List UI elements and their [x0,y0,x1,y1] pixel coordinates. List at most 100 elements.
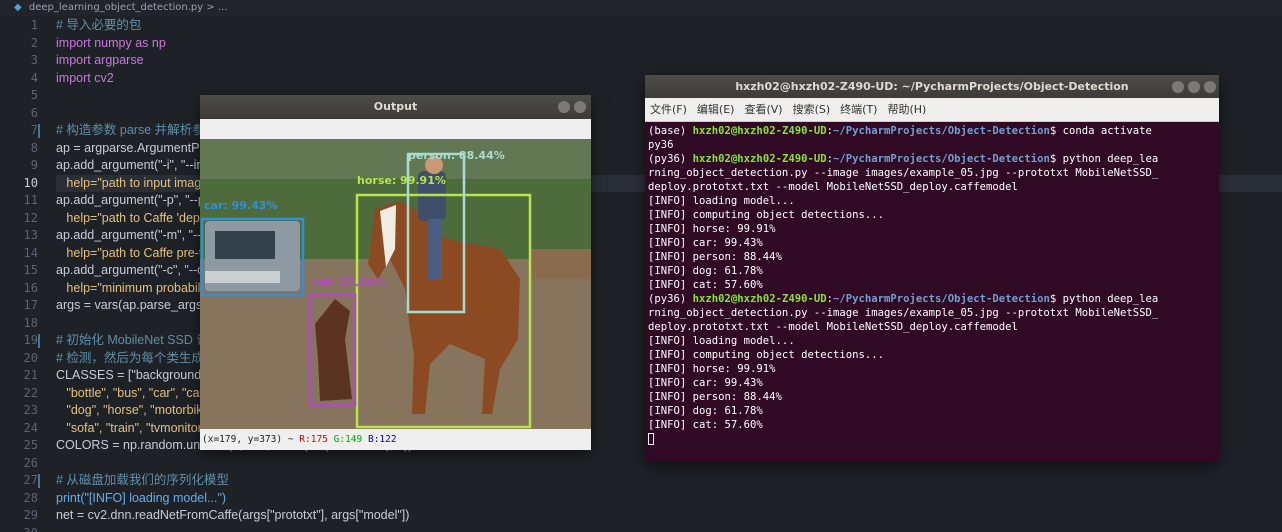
line-number: 7 [0,122,46,140]
output-window[interactable]: Output car: 99.43% horse: 99.91% person:… [200,95,591,450]
cursor-coords: (x=179, y=373) [202,434,283,445]
line-number-gutter: 1 2 3 4 5 6 7 8 9 10 11 12 13 14 15 16 17 18 19 20 21 22 23 24 2… [0,17,46,532]
detection-scene: car: 99.43% horse: 99.91% person: 88.44%… [200,139,591,429]
terminal-line: [INFO] dog: 61.78% [648,265,763,277]
line-number: 28 [23,490,38,505]
terminal-close-button[interactable] [1204,81,1216,93]
line-number: 11 [23,193,38,207]
close-button[interactable] [574,101,586,113]
code-line[interactable]: import numpy as np [56,35,1282,53]
terminal-line: [INFO] car: 99.43% [648,237,763,249]
line-number: 13 [23,228,38,242]
prompt-env: (base) [648,125,693,137]
line-number: 21 [23,368,38,382]
terminal-cursor-line[interactable] [648,432,1219,446]
terminal-line: (base) hxzh02@hxzh02-Z490-UD:~/PycharmPr… [648,124,1219,138]
line-number: 19 [0,332,46,350]
code-line[interactable]: # 导入必要的包 [56,17,1282,35]
line-number: 30 [0,525,46,532]
terminal-line: [INFO] horse: 99.91% [648,363,776,375]
output-title: Output [373,100,418,113]
code-line[interactable]: print("[INFO] loading model...") [56,490,1282,508]
pixel-b: B:122 [367,434,397,445]
terminal-menubar[interactable]: 文件(F) 编辑(E) 查看(V) 搜索(S) 终端(T) 帮助(H) [645,98,1219,122]
terminal-menu-item[interactable]: 编辑(E) [697,103,735,116]
terminal-menu-item[interactable]: 文件(F) [650,103,687,116]
line-number: 24 [23,420,38,435]
terminal-minimize-button[interactable] [1172,81,1184,93]
terminal-menu-item[interactable]: 终端(T) [840,103,877,116]
code-line[interactable]: import argparse [56,52,1282,70]
truck-grille [205,271,280,283]
rider-legs [428,219,442,279]
prompt-cmd: $ python deep_lea [1049,293,1159,305]
terminal-output[interactable]: (base) hxzh02@hxzh02-Z490-UD:~/PycharmPr… [645,122,1219,446]
terminal-line: rning_object_detection.py --image images… [648,307,1159,319]
python-file-icon: ◆ [14,2,22,13]
terminal-cursor [648,433,654,445]
terminal-titlebar[interactable]: hxzh02@hxzh02-Z490-UD: ~/PycharmProjects… [645,75,1219,98]
line-number: 16 [23,280,38,295]
prompt-path: ~/PycharmProjects/Object-Detection [832,293,1050,305]
terminal-line: deploy.prototxt.txt --model MobileNetSSD… [648,181,1018,193]
line-number: 22 [23,385,38,400]
line-number: 23 [23,403,38,417]
fence [530,249,591,279]
breadcrumb-more[interactable]: > ... [206,2,227,13]
terminal-line: rning_object_detection.py --image images… [648,167,1159,179]
line-number: 6 [30,105,38,120]
terminal-line: [INFO] person: 88.44% [648,251,782,263]
prompt-path: ~/PycharmProjects/Object-Detection [832,153,1050,165]
line-number: 4 [30,70,38,85]
terminal-maximize-button[interactable] [1188,81,1200,93]
terminal-menu-item[interactable]: 查看(V) [744,103,782,116]
terminal-window[interactable]: hxzh02@hxzh02-Z490-UD: ~/PycharmProjects… [645,75,1219,462]
terminal-line: [INFO] dog: 61.78% [648,405,763,417]
detection-image[interactable]: car: 99.43% horse: 99.91% person: 88.44%… [200,139,591,429]
terminal-title: hxzh02@hxzh02-Z490-UD: ~/PycharmProjects… [735,80,1129,93]
prompt-env: (py36) [648,293,693,305]
line-number: 27 [0,472,46,490]
terminal-line: [INFO] car: 99.43% [648,377,763,389]
line-number: 10 [23,175,38,190]
prompt-cmd: $ python deep_lea [1049,153,1159,165]
detection-label-dog: cat: 57.60% [312,276,385,289]
prompt-user: hxzh02@hxzh02-Z490-UD [692,125,827,137]
detection-label-car: car: 99.43% [204,199,277,212]
line-number: 18 [23,315,38,330]
pixel-r: R:175 [299,434,328,445]
breadcrumb[interactable]: ◆ deep_learning_object_detection.py > ..… [0,0,1282,16]
sky-haze [200,139,591,179]
prompt-cmd: $ conda activate [1049,125,1152,137]
code-line[interactable]: net = cv2.dnn.readNetFromCaffe(args["pro… [56,507,1282,525]
prompt-user: hxzh02@hxzh02-Z490-UD [692,293,827,305]
terminal-line: (py36) hxzh02@hxzh02-Z490-UD:~/PycharmPr… [648,292,1219,306]
output-toolbar [200,119,591,139]
terminal-line: [INFO] cat: 57.60% [648,279,763,291]
code-line[interactable] [56,525,1282,532]
line-number: 3 [30,53,38,67]
prompt-env: (py36) [648,153,693,165]
line-number: 2 [30,35,38,50]
status-separator: ~ [287,434,294,445]
code-line[interactable]: # 从磁盘加载我们的序列化模型 [56,472,1282,490]
terminal-line: deploy.prototxt.txt --model MobileNetSSD… [648,321,1018,333]
output-statusbar: (x=179, y=373) ~ R:175 G:149 B:122 [200,431,591,449]
line-number: 12 [23,210,38,225]
line-number: 15 [23,263,38,277]
pixel-g: G:149 [333,434,363,445]
line-number: 5 [30,88,38,102]
minimize-button[interactable] [558,101,570,113]
terminal-line: [INFO] computing object detections... [648,209,884,221]
terminal-menu-item[interactable]: 帮助(H) [887,103,926,116]
truck-windshield [215,231,275,259]
line-number: 9 [30,158,38,172]
terminal-menu-item[interactable]: 搜索(S) [793,103,831,116]
terminal-line: (py36) hxzh02@hxzh02-Z490-UD:~/PycharmPr… [648,152,1219,166]
output-titlebar[interactable]: Output [200,95,591,119]
detection-label-horse: horse: 99.91% [357,174,446,187]
terminal-line: py36 [648,139,674,151]
breadcrumb-file[interactable]: deep_learning_object_detection.py [29,2,203,13]
detection-label-person: person: 88.44% [408,149,505,162]
line-number: 14 [23,245,38,260]
